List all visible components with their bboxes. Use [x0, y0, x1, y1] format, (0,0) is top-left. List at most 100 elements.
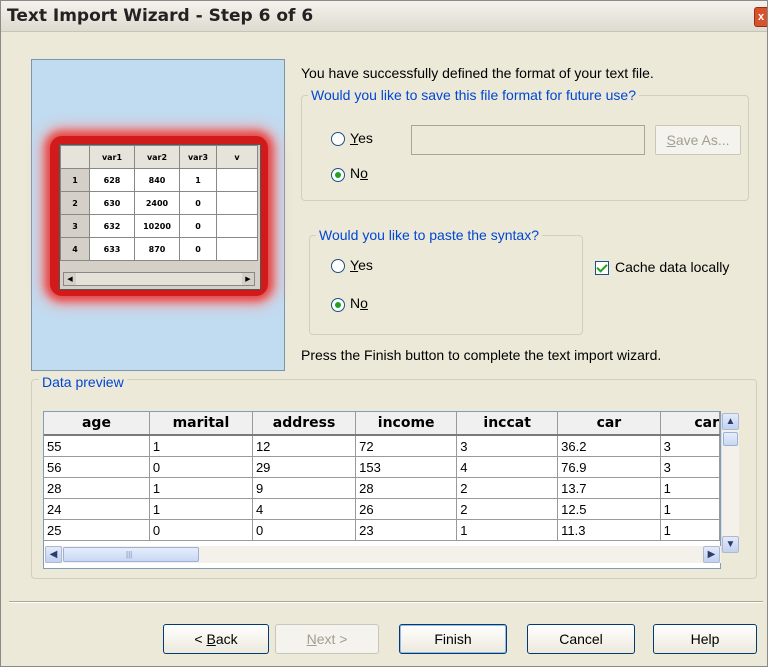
paste-syntax-yes-label[interactable]: Yes [350, 257, 373, 273]
table-cell: 26 [355, 498, 458, 520]
mini-arrow-right-icon: ▶ [242, 273, 254, 285]
horizontal-scroll-thumb[interactable]: ||| [63, 547, 199, 562]
mini-cell: 0 [179, 237, 217, 261]
paste-syntax-yes-radio[interactable] [331, 259, 345, 273]
mini-row-number: 1 [60, 168, 90, 192]
finish-button[interactable]: Finish [399, 624, 507, 654]
back-button[interactable]: < Back [163, 624, 269, 654]
paste-syntax-legend: Would you like to paste the syntax? [319, 227, 539, 243]
cache-data-label[interactable]: Cache data locally [615, 259, 729, 275]
close-button[interactable]: x [754, 7, 767, 27]
next-button[interactable]: Next > [275, 624, 379, 654]
back-label-rest: ack [215, 631, 238, 647]
save-format-no-radio[interactable] [331, 168, 345, 182]
back-label-pre: < [194, 631, 207, 647]
mini-arrow-left-icon: ◀ [64, 273, 76, 285]
column-header[interactable]: address [252, 412, 357, 436]
table-cell: 0 [149, 519, 253, 541]
mini-cell: 0 [179, 214, 217, 238]
mini-col-header: var2 [134, 145, 180, 169]
table-cell: 9 [252, 477, 357, 499]
table-cell: 12.5 [557, 498, 661, 520]
table-cell: 153 [355, 456, 458, 478]
mini-cell: 632 [89, 214, 135, 238]
column-header[interactable]: marital [149, 412, 253, 436]
mini-cell: 1 [179, 168, 217, 192]
scroll-down-icon[interactable]: ▼ [722, 536, 739, 553]
save-as-button[interactable]: Save As... [655, 125, 741, 155]
table-cell: 23 [355, 519, 458, 541]
table-cell: 4 [456, 456, 559, 478]
mini-corner-cell [60, 145, 90, 169]
table-cell: 56 [44, 456, 150, 478]
data-preview-vertical-scrollbar[interactable]: ▲ ▼ [721, 413, 739, 553]
mini-cell [216, 168, 258, 192]
illustration-mini-grid: var1 var2 var3 v 1 628 840 1 2 630 2400 … [59, 144, 261, 290]
column-header[interactable]: car [557, 412, 661, 436]
mini-row-number: 4 [60, 237, 90, 261]
table-cell: 1 [149, 477, 253, 499]
table-cell: 28 [355, 477, 458, 499]
mini-cell: 633 [89, 237, 135, 261]
scroll-right-icon[interactable]: ▶ [703, 546, 720, 563]
table-cell: 24 [44, 498, 150, 520]
mini-row-number: 3 [60, 214, 90, 238]
table-cell: 11.3 [557, 519, 661, 541]
mini-cell: 2400 [134, 191, 180, 215]
column-header[interactable]: car [660, 412, 720, 436]
window-title: Text Import Wizard - Step 6 of 6 [7, 6, 314, 26]
mini-cell: 840 [134, 168, 180, 192]
mini-cell: 870 [134, 237, 180, 261]
finish-instruction-text: Press the Finish button to complete the … [301, 347, 662, 363]
paste-syntax-no-label[interactable]: No [350, 295, 368, 311]
mini-cell: 630 [89, 191, 135, 215]
table-cell: 3 [660, 456, 720, 478]
paste-syntax-no-radio[interactable] [331, 298, 345, 312]
save-format-yes-mnemonic: Y [350, 130, 359, 146]
table-cell: 3 [456, 435, 559, 457]
wizard-illustration: var1 var2 var3 v 1 628 840 1 2 630 2400 … [31, 59, 285, 371]
column-header[interactable]: age [44, 412, 150, 436]
mini-horizontal-scrollbar: ◀ ▶ [63, 272, 255, 286]
help-button[interactable]: Help [653, 624, 757, 654]
table-cell: 25 [44, 519, 150, 541]
table-cell: 0 [149, 456, 253, 478]
back-mnemonic: B [206, 631, 216, 647]
mini-cell: 0 [179, 191, 217, 215]
scroll-left-icon[interactable]: ◀ [45, 546, 62, 563]
next-mnemonic: N [306, 631, 317, 647]
save-format-no-label[interactable]: No [350, 165, 368, 181]
table-cell: 1 [456, 519, 559, 541]
column-header[interactable]: income [355, 412, 458, 436]
mini-cell [216, 191, 258, 215]
save-format-yes-label[interactable]: Yes [350, 130, 373, 146]
table-cell: 13.7 [557, 477, 661, 499]
table-cell: 28 [44, 477, 150, 499]
column-header[interactable]: inccat [456, 412, 559, 436]
save-format-filename-input[interactable] [411, 125, 645, 155]
save-format-no-mnemonic: o [360, 165, 368, 181]
save-format-yes-radio[interactable] [331, 132, 345, 146]
vertical-scroll-thumb[interactable] [723, 432, 738, 446]
next-label-rest: ext > [316, 631, 348, 647]
mini-col-header: var3 [179, 145, 217, 169]
cache-data-checkbox[interactable] [595, 261, 609, 275]
paste-syntax-yes-label-rest: es [358, 257, 373, 273]
table-cell: 29 [252, 456, 357, 478]
paste-syntax-group: Would you like to paste the syntax? [309, 227, 583, 335]
table-cell: 55 [44, 435, 150, 457]
save-as-mnemonic: S [666, 132, 676, 148]
table-cell: 1 [660, 519, 720, 541]
table-row: 25 0 0 23 1 11.3 1 [44, 519, 720, 541]
grip-icon: ||| [126, 550, 133, 559]
title-bar[interactable]: Text Import Wizard - Step 6 of 6 x [1, 1, 767, 32]
save-format-yes-label-rest: es [358, 130, 373, 146]
save-format-no-label-pre: N [350, 165, 361, 181]
data-preview-horizontal-scrollbar[interactable]: ◀ ||| ▶ [45, 546, 721, 563]
mini-cell [216, 237, 258, 261]
scroll-up-icon[interactable]: ▲ [722, 413, 739, 430]
table-cell: 2 [456, 477, 559, 499]
table-cell: 36.2 [557, 435, 661, 457]
table-cell: 2 [456, 498, 559, 520]
cancel-button[interactable]: Cancel [527, 624, 635, 654]
